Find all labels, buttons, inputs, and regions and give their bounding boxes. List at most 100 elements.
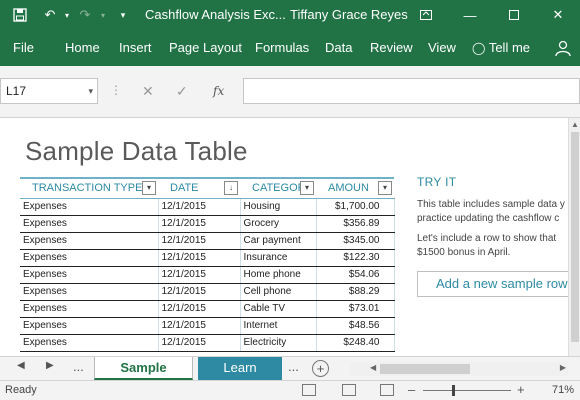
- zoom-out-icon[interactable]: –: [408, 382, 415, 397]
- customize-toolbar-icon[interactable]: ▾: [110, 0, 136, 30]
- name-box-dropdown-icon[interactable]: ▾: [88, 79, 93, 103]
- vertical-scrollbar[interactable]: ▲: [568, 118, 580, 356]
- cell-date[interactable]: 12/1/2015: [158, 266, 241, 284]
- cell-transaction-type[interactable]: Expenses: [20, 215, 159, 233]
- user-name[interactable]: Tiffany Grace Reyes: [290, 0, 408, 30]
- more-sheets-right[interactable]: ...: [288, 359, 299, 374]
- cell-transaction-type[interactable]: Expenses: [20, 334, 159, 352]
- zoom-level[interactable]: 71%: [552, 384, 574, 396]
- cell-date[interactable]: 12/1/2015: [158, 232, 241, 250]
- redo-dropdown-icon[interactable]: ▾: [96, 0, 110, 30]
- cell-amount[interactable]: $345.00: [316, 232, 395, 250]
- cell-category[interactable]: Housing: [240, 198, 317, 216]
- cell-amount[interactable]: $88.29: [316, 283, 395, 301]
- share-person-icon[interactable]: [554, 39, 572, 57]
- sheet-tab-sample-data[interactable]: Sample Data: [94, 357, 193, 397]
- sheet-tab-learn-more[interactable]: Learn More: [198, 357, 282, 397]
- column-header-transaction-type: TRANSACTION TYPE ▾: [20, 177, 158, 199]
- close-icon[interactable]: ✕: [536, 0, 580, 30]
- tab-review[interactable]: Review: [370, 30, 413, 66]
- window-controls: — ✕: [404, 0, 580, 30]
- cell-category[interactable]: Cell phone: [240, 283, 317, 301]
- scroll-tabs-right-icon[interactable]: ▶: [46, 360, 54, 371]
- tab-data[interactable]: Data: [325, 30, 352, 66]
- table-row: Expenses 12/1/2015 Housing $1,700.00: [20, 198, 395, 216]
- cell-transaction-type[interactable]: Expenses: [20, 300, 159, 318]
- cell-category[interactable]: Home phone: [240, 266, 317, 284]
- cell-date[interactable]: 12/1/2015: [158, 334, 241, 352]
- minimize-icon[interactable]: —: [448, 0, 492, 30]
- scrollbar-thumb[interactable]: [571, 132, 579, 342]
- cell-date[interactable]: 12/1/2015: [158, 249, 241, 267]
- save-icon[interactable]: [0, 0, 40, 30]
- new-sheet-icon[interactable]: +: [312, 360, 329, 377]
- cell-amount[interactable]: $48.56: [316, 317, 395, 335]
- table-row: Expenses 12/1/2015 Cable TV $73.01: [20, 300, 395, 318]
- zoom-slider[interactable]: [423, 390, 511, 391]
- tab-insert[interactable]: Insert: [119, 30, 152, 66]
- scroll-tabs-left-icon[interactable]: ◀: [17, 360, 25, 371]
- zoom-in-icon[interactable]: +: [517, 382, 525, 397]
- enter-check-icon[interactable]: ✓: [176, 78, 188, 104]
- page-layout-view-icon[interactable]: [342, 384, 356, 396]
- undo-dropdown-icon[interactable]: ▾: [60, 0, 74, 30]
- cell-date[interactable]: 12/1/2015: [158, 283, 241, 301]
- cell-category[interactable]: Internet: [240, 317, 317, 335]
- cell-category[interactable]: Car payment: [240, 232, 317, 250]
- cell-date[interactable]: 12/1/2015: [158, 317, 241, 335]
- formula-input[interactable]: [243, 78, 580, 104]
- title-bar: ↶ ▾ ↷ ▾ ▾ Cashflow Analysis Exc... Tiffa…: [0, 0, 580, 30]
- try-it-line: practice updating the cashflow c: [417, 213, 560, 224]
- tab-formulas[interactable]: Formulas: [255, 30, 309, 66]
- cell-amount[interactable]: $122.30: [316, 249, 395, 267]
- cell-amount[interactable]: $356.89: [316, 215, 395, 233]
- cell-transaction-type[interactable]: Expenses: [20, 232, 159, 250]
- sample-data-table: TRANSACTION TYPE ▾ DATE ↓ CATEGORY ▾ AMOUN ▾…: [20, 177, 395, 352]
- filter-dropdown-icon[interactable]: ▾: [378, 181, 392, 195]
- cell-transaction-type[interactable]: Expenses: [20, 198, 159, 216]
- horizontal-scrollbar[interactable]: ◀ ▶: [350, 362, 568, 376]
- scroll-up-icon[interactable]: ▲: [571, 120, 579, 129]
- cell-category[interactable]: Insurance: [240, 249, 317, 267]
- normal-view-icon[interactable]: [302, 384, 316, 396]
- insert-function-icon[interactable]: fx: [213, 78, 224, 104]
- cell-date[interactable]: 12/1/2015: [158, 300, 241, 318]
- tab-page-layout[interactable]: Page Layout: [169, 30, 242, 66]
- scrollbar-thumb[interactable]: [380, 364, 470, 374]
- undo-icon[interactable]: ↶: [40, 0, 60, 30]
- tab-view[interactable]: View: [428, 30, 456, 66]
- cell-amount[interactable]: $73.01: [316, 300, 395, 318]
- cell-amount[interactable]: $54.06: [316, 266, 395, 284]
- cell-category[interactable]: Grocery: [240, 215, 317, 233]
- filter-dropdown-icon[interactable]: ▾: [300, 181, 314, 195]
- tell-me-box[interactable]: ◯ Tell me: [472, 30, 530, 66]
- cell-category[interactable]: Electricity: [240, 334, 317, 352]
- formula-bar-grip-icon: ⋮: [110, 83, 122, 97]
- add-sample-row-button[interactable]: Add a new sample row: [417, 271, 568, 297]
- page-break-preview-icon[interactable]: [380, 384, 394, 396]
- cell-transaction-type[interactable]: Expenses: [20, 317, 159, 335]
- cancel-icon[interactable]: ✕: [142, 78, 154, 104]
- tab-file[interactable]: File: [13, 30, 34, 66]
- scroll-left-icon[interactable]: ◀: [370, 363, 376, 372]
- tab-home[interactable]: Home: [65, 30, 100, 66]
- cell-transaction-type[interactable]: Expenses: [20, 266, 159, 284]
- cell-amount[interactable]: $1,700.00: [316, 198, 395, 216]
- cell-amount[interactable]: $248.40: [316, 334, 395, 352]
- worksheet[interactable]: Sample Data Table TRANSACTION TYPE ▾ DATE…: [0, 118, 568, 356]
- zoom-slider-handle[interactable]: [452, 385, 455, 396]
- cell-date[interactable]: 12/1/2015: [158, 198, 241, 216]
- name-box[interactable]: L17 ▾: [0, 78, 98, 104]
- cell-transaction-type[interactable]: Expenses: [20, 283, 159, 301]
- filter-dropdown-icon[interactable]: ▾: [142, 181, 156, 195]
- redo-icon[interactable]: ↷: [74, 0, 96, 30]
- scroll-right-icon[interactable]: ▶: [560, 363, 566, 372]
- sort-descending-icon[interactable]: ↓: [224, 181, 238, 195]
- more-sheets-left[interactable]: ...: [73, 359, 84, 374]
- cell-category[interactable]: Cable TV: [240, 300, 317, 318]
- cell-transaction-type[interactable]: Expenses: [20, 249, 159, 267]
- cell-date[interactable]: 12/1/2015: [158, 215, 241, 233]
- maximize-icon[interactable]: [492, 0, 536, 30]
- ribbon-display-options-icon[interactable]: [404, 0, 448, 30]
- page-title: Sample Data Table: [25, 136, 248, 166]
